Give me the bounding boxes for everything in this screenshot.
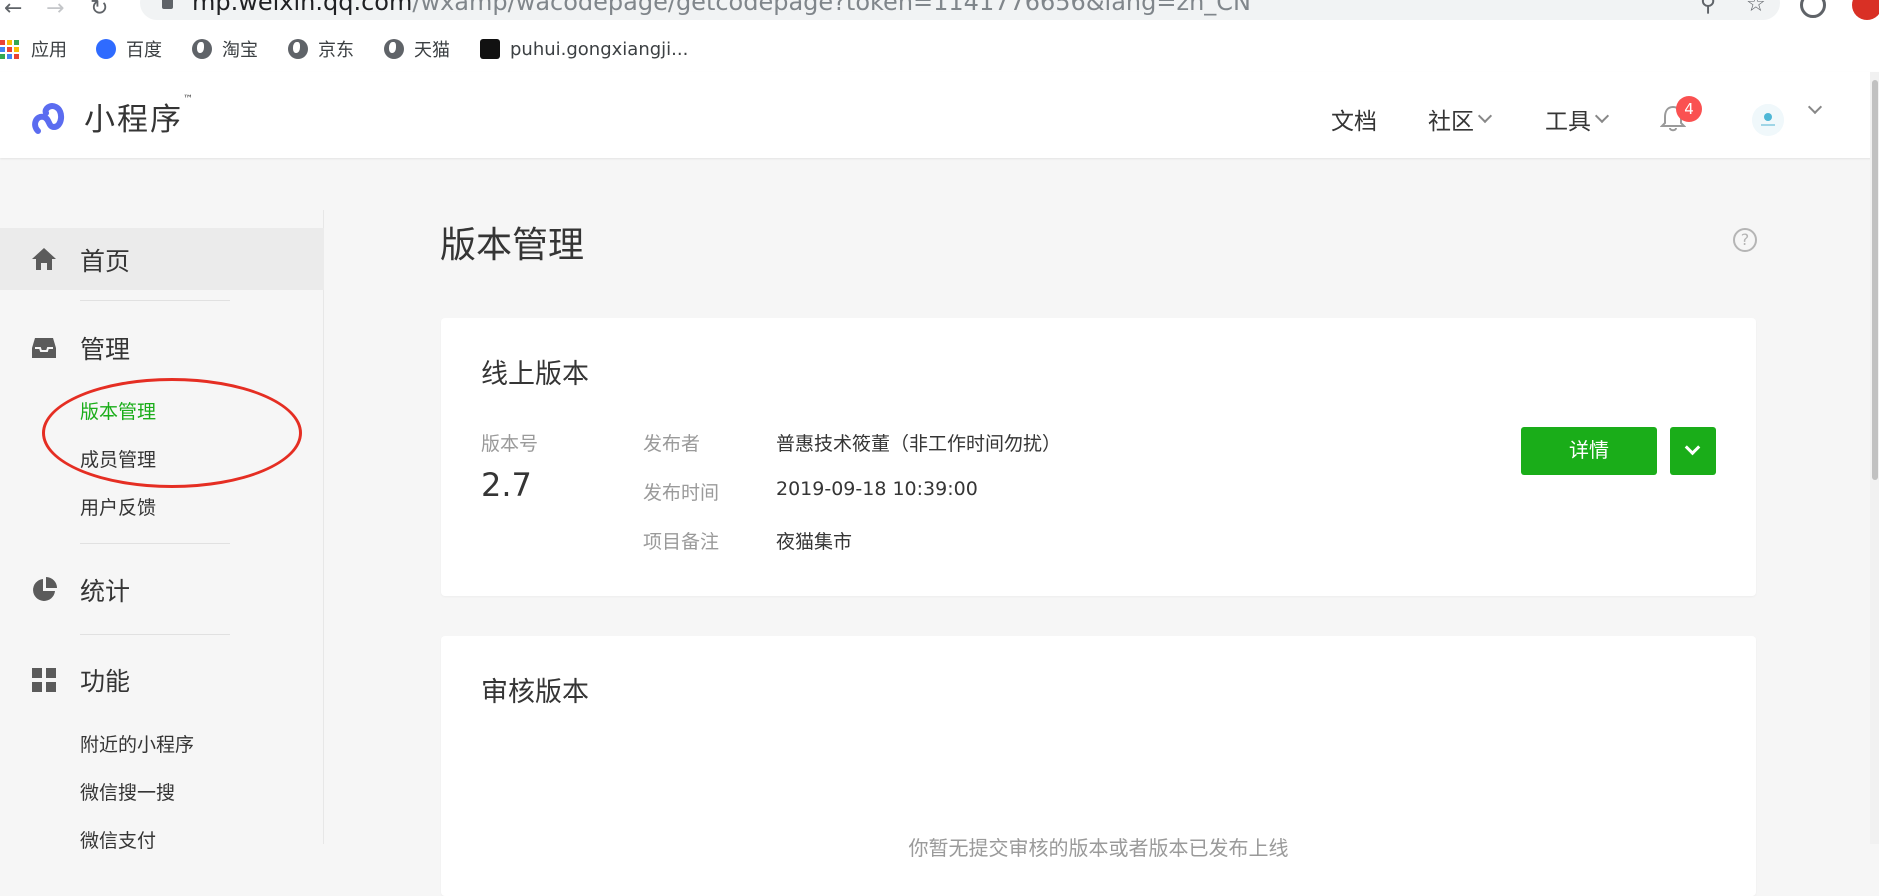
nav-docs-label: 文档 [1331, 109, 1377, 135]
browser-chrome: ← → ↻ mp.weixin.qq.com/wxamp/wacodepage/… [0, 0, 1879, 72]
sidebar-item-wechat-search[interactable]: 微信搜一搜 [80, 778, 175, 805]
nav-community-label: 社区 [1428, 109, 1474, 135]
sidebar-item-stats[interactable]: 统计 [80, 572, 130, 608]
bookmark-taobao[interactable]: 淘宝 [192, 34, 258, 64]
back-icon[interactable]: ← [4, 0, 22, 21]
sidebar-divider [80, 300, 230, 301]
sidebar-item-user-feedback[interactable]: 用户反馈 [80, 493, 156, 520]
pie-chart-icon [33, 577, 57, 601]
sidebar-item-home[interactable]: 首页 [0, 228, 324, 290]
sidebar-divider [80, 543, 230, 544]
page-title: 版本管理 [440, 225, 585, 266]
avatar[interactable] [1752, 104, 1784, 136]
logo[interactable]: 小程序™ [30, 94, 195, 139]
page-scrollbar-thumb[interactable] [1872, 80, 1878, 480]
url-path: /wxamp/wacodepage/getcodepage?token=1141… [412, 0, 1251, 16]
apps-grid-icon [0, 39, 19, 59]
app-header: 小程序™ 文档 社区 工具 [0, 72, 1879, 158]
bookmark-baidu[interactable]: 百度 [96, 34, 162, 64]
nav-tools-label: 工具 [1545, 109, 1591, 135]
reload-icon[interactable]: ↻ [90, 0, 108, 21]
bookmark-label: 天猫 [414, 40, 450, 61]
publisher-value: 普惠技术筱董（非工作时间勿扰） [776, 433, 1062, 455]
forward-icon[interactable]: → [46, 0, 64, 21]
logo-label: 小程序 [84, 102, 183, 138]
search-icon[interactable]: ⚲ [1700, 0, 1716, 17]
miniprogram-logo-icon [32, 102, 64, 134]
sidebar-item-home-label: 首页 [80, 247, 131, 276]
star-icon[interactable]: ☆ [1746, 0, 1766, 17]
review-empty-text: 你暂无提交审核的版本或者版本已发布上线 [908, 836, 1289, 860]
sidebar-item-wechat-pay[interactable]: 微信支付 [80, 826, 156, 853]
update-icon[interactable] [1852, 0, 1879, 20]
online-version-title: 线上版本 [481, 359, 589, 390]
nav-community[interactable]: 社区 [1428, 102, 1493, 136]
more-actions-dropdown-button[interactable] [1670, 427, 1716, 475]
address-bar[interactable]: mp.weixin.qq.com/wxamp/wacodepage/getcod… [140, 0, 1780, 20]
version-number: 2.7 [481, 466, 532, 504]
bookmark-apps[interactable]: 应用 [0, 34, 67, 64]
sidebar-item-manage[interactable]: 管理 [80, 330, 130, 366]
publish-time-label: 发布时间 [643, 482, 720, 504]
logo-text: 小程序™ [84, 94, 195, 139]
home-icon [32, 248, 56, 270]
publisher-label: 发布者 [643, 433, 701, 455]
bookmark-label: 百度 [126, 40, 162, 61]
url-host: mp.weixin.qq.com [192, 0, 413, 16]
bookmarks-bar: 应用 百度 淘宝 京东 天猫 puhui.gongxiangji... [0, 34, 1879, 64]
review-version-title: 审核版本 [481, 677, 589, 708]
sidebar-item-features[interactable]: 功能 [80, 662, 130, 698]
globe-icon [192, 39, 212, 59]
project-note-label: 项目备注 [643, 531, 720, 553]
url-text: mp.weixin.qq.com/wxamp/wacodepage/getcod… [192, 0, 1251, 16]
bookmark-label: 京东 [318, 40, 354, 61]
puhui-site-icon [480, 39, 500, 59]
bookmark-label: 应用 [31, 40, 67, 61]
bookmark-label: 淘宝 [222, 40, 258, 61]
baidu-paw-icon [96, 39, 116, 59]
review-version-card: 审核版本 你暂无提交审核的版本或者版本已发布上线 [441, 636, 1756, 896]
chevron-down-icon [1594, 108, 1610, 124]
publish-time-value: 2019-09-18 10:39:00 [776, 478, 978, 500]
chevron-down-icon [1477, 108, 1493, 124]
sidebar-divider [80, 634, 230, 635]
lock-icon [162, 0, 173, 9]
bookmark-label: puhui.gongxiangji... [510, 38, 689, 60]
trademark: ™ [183, 94, 195, 105]
sidebar-item-nearby-miniprogram[interactable]: 附近的小程序 [80, 730, 194, 757]
online-version-card: 线上版本 版本号 2.7 发布者 普惠技术筱董（非工作时间勿扰） 发布时间 20… [441, 318, 1756, 596]
detail-button[interactable]: 详情 [1521, 427, 1657, 475]
version-label: 版本号 [481, 433, 539, 455]
bookmark-puhui[interactable]: puhui.gongxiangji... [480, 34, 688, 64]
grid-icon [32, 668, 56, 692]
profile-icon[interactable] [1800, 0, 1826, 18]
inbox-icon [32, 338, 56, 358]
chevron-down-icon [1684, 439, 1701, 456]
help-icon[interactable]: ? [1733, 228, 1757, 252]
nav-docs[interactable]: 文档 [1331, 102, 1377, 136]
notification-badge: 4 [1676, 96, 1702, 122]
browser-toolbar: ← → ↻ mp.weixin.qq.com/wxamp/wacodepage/… [0, 0, 1879, 22]
nav-tools[interactable]: 工具 [1545, 102, 1610, 136]
sidebar: 首页 管理 版本管理 成员管理 用户反馈 统计 功能 附近的小程序 微信搜一搜 … [0, 210, 324, 852]
globe-icon [384, 39, 404, 59]
globe-icon [288, 39, 308, 59]
bookmark-tmall[interactable]: 天猫 [384, 34, 450, 64]
bookmark-jd[interactable]: 京东 [288, 34, 354, 64]
project-note-value: 夜猫集市 [776, 531, 853, 553]
red-annotation-circle [42, 378, 302, 488]
